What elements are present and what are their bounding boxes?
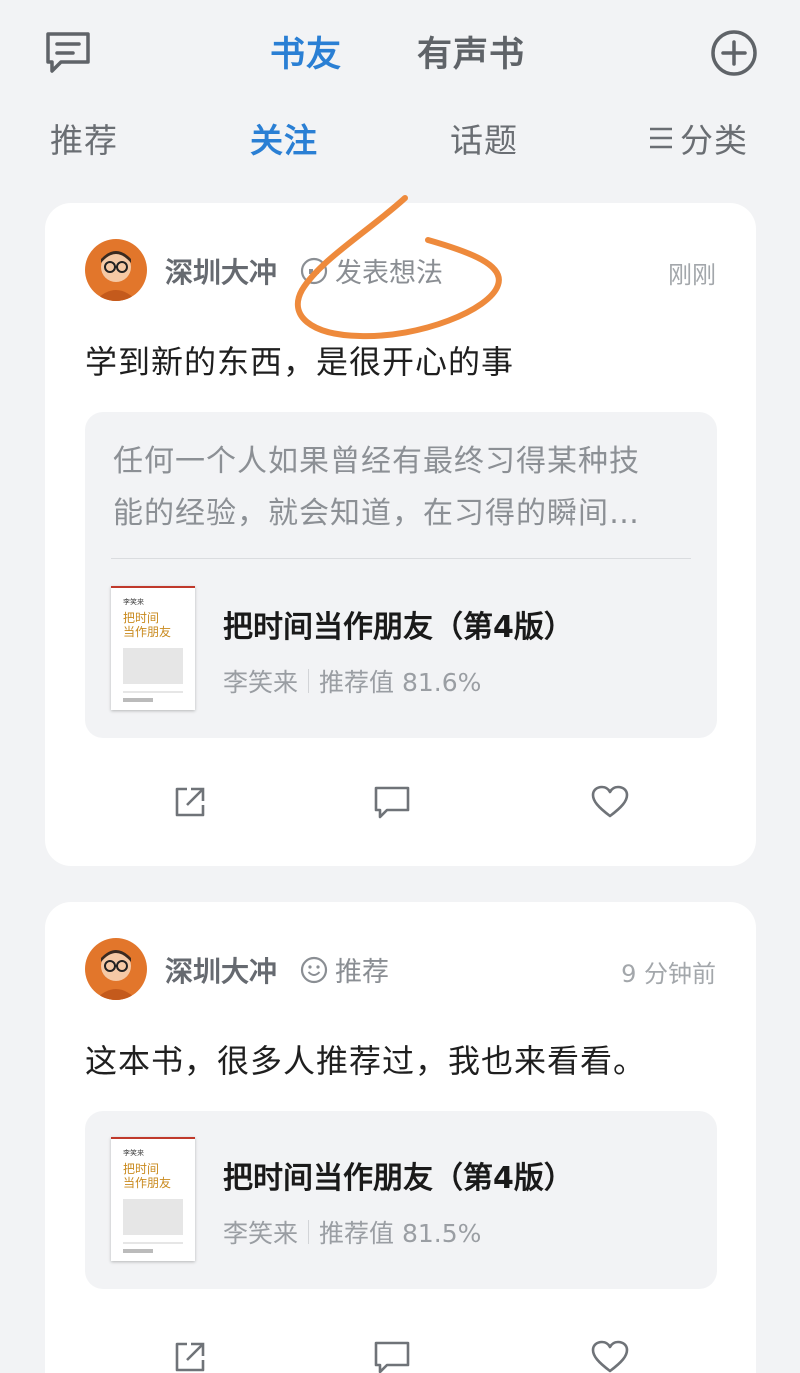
menu-lines-icon — [650, 127, 672, 149]
post-action: 推荐 — [299, 950, 389, 989]
tab-shuyou[interactable]: 书友 — [270, 26, 342, 77]
tab-audiobook[interactable]: 有声书 — [417, 26, 525, 77]
subtab-category-label: 分类 — [680, 121, 748, 160]
post-text: 这本书，很多人推荐过，我也来看看。 — [85, 1042, 647, 1080]
book-author: 李笑来 — [223, 1219, 299, 1248]
add-circle-icon[interactable] — [706, 26, 762, 80]
meta-separator — [308, 1220, 310, 1244]
username[interactable]: 深圳大冲 — [165, 950, 277, 990]
post-time: 9 分钟前 — [621, 960, 716, 988]
book-meta: 李笑来 推荐值 81.5% — [223, 1214, 481, 1250]
book-title[interactable]: 把时间当作朋友（第4版） — [223, 602, 574, 646]
divider — [111, 558, 691, 559]
cover-author: 李笑来 — [123, 1148, 144, 1157]
top-bar: 书友 有声书 — [0, 0, 800, 100]
share-icon[interactable] — [165, 777, 215, 827]
username[interactable]: 深圳大冲 — [165, 251, 277, 291]
book-author: 李笑来 — [223, 668, 299, 697]
book-cover[interactable]: 李笑来 把时间 当作朋友 — [111, 1137, 195, 1261]
cover-title-1: 把时间 — [123, 611, 159, 625]
cover-title-1: 把时间 — [123, 1162, 159, 1176]
cover-title-2: 当作朋友 — [123, 625, 171, 639]
subtab-topics[interactable]: 话题 — [450, 114, 518, 162]
heart-icon[interactable] — [585, 777, 635, 827]
avatar[interactable] — [85, 938, 147, 1000]
message-icon[interactable] — [40, 26, 96, 78]
meta-separator — [308, 669, 310, 693]
subtab-category[interactable]: 分类 — [648, 114, 748, 162]
cover-title-2: 当作朋友 — [123, 1176, 171, 1190]
post-time: 刚刚 — [668, 261, 716, 289]
post-text: 学到新的东西，是很开心的事 — [85, 343, 515, 381]
excerpt-line: 能的经验，就会知道，在习得的瞬间… — [113, 496, 640, 531]
post-card[interactable]: 深圳大冲 推荐 9 分钟前 这本书，很多人推荐过，我也来看看。 李笑来 把时间 … — [45, 902, 756, 1373]
cover-author: 李笑来 — [123, 597, 144, 606]
heart-icon[interactable] — [585, 1332, 635, 1373]
post-action-label: 发表想法 — [335, 258, 443, 289]
book-rating: 推荐值 81.5% — [319, 1219, 482, 1248]
subtab-recommend[interactable]: 推荐 — [50, 114, 118, 162]
share-icon[interactable] — [165, 1332, 215, 1373]
book-cover[interactable]: 李笑来 把时间 当作朋友 — [111, 586, 195, 710]
book-meta: 李笑来 推荐值 81.6% — [223, 663, 481, 699]
smile-icon — [300, 956, 328, 983]
quote-box[interactable]: 任何一个人如果曾经有最终习得某种技 能的经验，就会知道，在习得的瞬间… 李笑来 … — [85, 412, 717, 738]
quote-box[interactable]: 李笑来 把时间 当作朋友 把时间当作朋友（第4版） 李笑来 推荐值 81.5% — [85, 1111, 717, 1289]
post-card[interactable]: 深圳大冲 发表想法 刚刚 学到新的东西，是很开心的事 任何一个人如果曾经有最终习… — [45, 203, 756, 866]
quote-icon — [300, 257, 328, 284]
post-action-label: 推荐 — [335, 957, 389, 988]
book-title[interactable]: 把时间当作朋友（第4版） — [223, 1153, 574, 1197]
excerpt-line: 任何一个人如果曾经有最终习得某种技 — [113, 444, 640, 479]
subtab-following[interactable]: 关注 — [250, 114, 318, 162]
book-rating: 推荐值 81.6% — [319, 668, 482, 697]
post-actions — [45, 777, 756, 837]
post-actions — [45, 1332, 756, 1373]
post-action: 发表想法 — [299, 251, 443, 290]
book-excerpt: 任何一个人如果曾经有最终习得某种技 能的经验，就会知道，在习得的瞬间… — [113, 436, 693, 540]
comment-icon[interactable] — [367, 1332, 417, 1373]
comment-icon[interactable] — [367, 777, 417, 827]
avatar[interactable] — [85, 239, 147, 301]
